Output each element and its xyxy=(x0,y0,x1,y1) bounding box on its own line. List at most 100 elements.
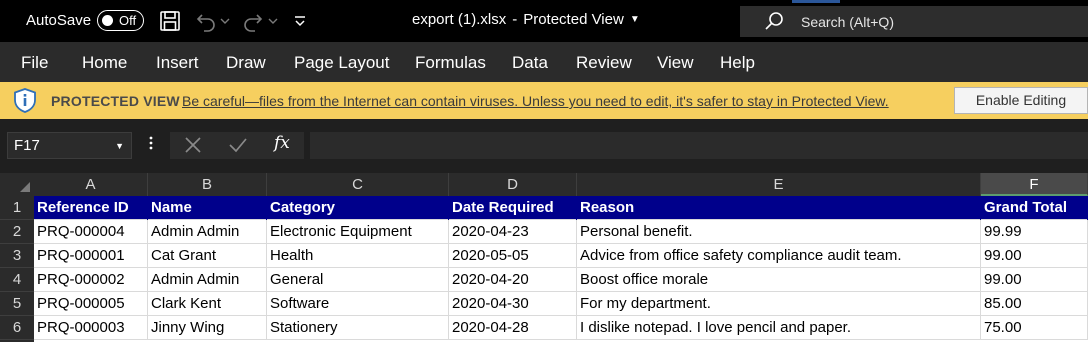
title-bar: AutoSave Off export (1).xlsx - Protected… xyxy=(0,0,1088,42)
table-row: PRQ-000002 Admin Admin General 2020-04-2… xyxy=(34,268,1088,292)
toggle-knob xyxy=(102,15,113,26)
save-icon[interactable] xyxy=(158,9,182,33)
table-row: PRQ-000001 Cat Grant Health 2020-05-05 A… xyxy=(34,244,1088,268)
cell-b1[interactable]: Name xyxy=(148,196,267,220)
search-box[interactable]: Search (Alt+Q) xyxy=(740,6,1088,37)
cell-c4[interactable]: General xyxy=(267,268,449,292)
column-header-f[interactable]: F xyxy=(981,173,1088,196)
document-title[interactable]: export (1).xlsx - Protected View ▼ xyxy=(412,11,640,28)
more-options-icon[interactable] xyxy=(148,133,154,153)
cell-d6[interactable]: 2020-04-28 xyxy=(449,316,577,340)
enter-checkmark-icon[interactable] xyxy=(228,135,248,155)
protected-view-title: PROTECTED VIEW xyxy=(51,93,180,109)
tab-data[interactable]: Data xyxy=(512,53,548,73)
cell-c3[interactable]: Health xyxy=(267,244,449,268)
cell-f5[interactable]: 85.00 xyxy=(981,292,1088,316)
row-header-6[interactable]: 6 xyxy=(0,316,34,340)
row-header-2[interactable]: 2 xyxy=(0,220,34,244)
cell-b3[interactable]: Cat Grant xyxy=(148,244,267,268)
tab-home[interactable]: Home xyxy=(82,53,127,73)
column-header-e[interactable]: E xyxy=(577,173,981,196)
column-header-a[interactable]: A xyxy=(34,173,148,196)
ribbon-tabs: File Home Insert Draw Page Layout Formul… xyxy=(0,42,1088,82)
cell-d1[interactable]: Date Required xyxy=(449,196,577,220)
cell-d4[interactable]: 2020-04-20 xyxy=(449,268,577,292)
name-box[interactable]: F17 ▼ xyxy=(7,132,132,159)
protected-view-bar: PROTECTED VIEW Be careful—files from the… xyxy=(0,82,1088,119)
cell-d5[interactable]: 2020-04-30 xyxy=(449,292,577,316)
tab-insert[interactable]: Insert xyxy=(156,53,199,73)
cell-f3[interactable]: 99.00 xyxy=(981,244,1088,268)
cell-b2[interactable]: Admin Admin xyxy=(148,220,267,244)
cell-f2[interactable]: 99.99 xyxy=(981,220,1088,244)
cell-e2[interactable]: Personal benefit. xyxy=(577,220,981,244)
tab-help[interactable]: Help xyxy=(720,53,755,73)
cell-d2[interactable]: 2020-04-23 xyxy=(449,220,577,244)
tab-page-layout[interactable]: Page Layout xyxy=(294,53,389,73)
undo-icon[interactable] xyxy=(194,9,218,33)
tab-file[interactable]: File xyxy=(21,53,48,73)
formula-input[interactable] xyxy=(310,132,1088,159)
select-all-corner[interactable] xyxy=(0,173,34,196)
cell-a2[interactable]: PRQ-000004 xyxy=(34,220,148,244)
cell-f1[interactable]: Grand Total xyxy=(981,196,1088,220)
column-headers: A B C D E F xyxy=(0,173,1088,196)
row-header-5[interactable]: 5 xyxy=(0,292,34,316)
row-header-1[interactable]: 1 xyxy=(0,196,34,220)
table-row: PRQ-000004 Admin Admin Electronic Equipm… xyxy=(34,220,1088,244)
cell-d3[interactable]: 2020-05-05 xyxy=(449,244,577,268)
cell-c5[interactable]: Software xyxy=(267,292,449,316)
column-header-c[interactable]: C xyxy=(267,173,449,196)
cancel-icon[interactable] xyxy=(183,135,203,155)
search-placeholder: Search (Alt+Q) xyxy=(801,14,894,30)
cell-f4[interactable]: 99.00 xyxy=(981,268,1088,292)
chevron-down-icon[interactable]: ▼ xyxy=(115,141,124,151)
account-accent-strip xyxy=(792,0,840,3)
column-header-b[interactable]: B xyxy=(148,173,267,196)
name-box-value: F17 xyxy=(14,137,40,154)
table-row: PRQ-000005 Clark Kent Software 2020-04-3… xyxy=(34,292,1088,316)
chevron-down-icon: ▼ xyxy=(629,14,640,25)
row-header-4[interactable]: 4 xyxy=(0,268,34,292)
cell-a1[interactable]: Reference ID xyxy=(34,196,148,220)
search-icon xyxy=(764,11,784,31)
table-header-row: Reference ID Name Category Date Required… xyxy=(34,196,1088,220)
tab-review[interactable]: Review xyxy=(576,53,632,73)
cell-b4[interactable]: Admin Admin xyxy=(148,268,267,292)
shield-icon xyxy=(12,87,38,114)
cell-e3[interactable]: Advice from office safety compliance aud… xyxy=(577,244,981,268)
cell-a6[interactable]: PRQ-000003 xyxy=(34,316,148,340)
cell-a3[interactable]: PRQ-000001 xyxy=(34,244,148,268)
formula-bar: F17 ▼ fx xyxy=(0,119,1088,173)
enable-editing-button[interactable]: Enable Editing xyxy=(954,87,1088,114)
cell-e4[interactable]: Boost office morale xyxy=(577,268,981,292)
table-row: PRQ-000003 Jinny Wing Stationery 2020-04… xyxy=(34,316,1088,340)
undo-dropdown-icon[interactable] xyxy=(219,9,231,33)
insert-function-button[interactable]: fx xyxy=(274,133,290,153)
cell-e6[interactable]: I dislike notepad. I love pencil and pap… xyxy=(577,316,981,340)
cell-b5[interactable]: Clark Kent xyxy=(148,292,267,316)
tab-formulas[interactable]: Formulas xyxy=(415,53,486,73)
tab-view[interactable]: View xyxy=(657,53,694,73)
customize-qat-icon[interactable] xyxy=(292,9,308,33)
cell-a4[interactable]: PRQ-000002 xyxy=(34,268,148,292)
cell-e1[interactable]: Reason xyxy=(577,196,981,220)
cell-f6[interactable]: 75.00 xyxy=(981,316,1088,340)
autosave-label: AutoSave xyxy=(26,12,92,29)
document-name: export (1).xlsx xyxy=(412,11,507,28)
tab-draw[interactable]: Draw xyxy=(226,53,266,73)
column-header-d[interactable]: D xyxy=(449,173,577,196)
redo-icon[interactable] xyxy=(241,9,265,33)
autosave-toggle[interactable]: Off xyxy=(97,10,144,31)
protected-view-message[interactable]: Be careful—files from the Internet can c… xyxy=(182,93,889,109)
row-headers: 1 2 3 4 5 6 xyxy=(0,196,34,342)
cell-c6[interactable]: Stationery xyxy=(267,316,449,340)
cell-c2[interactable]: Electronic Equipment xyxy=(267,220,449,244)
redo-dropdown-icon[interactable] xyxy=(267,9,279,33)
cell-c1[interactable]: Category xyxy=(267,196,449,220)
cell-b6[interactable]: Jinny Wing xyxy=(148,316,267,340)
cell-e5[interactable]: For my department. xyxy=(577,292,981,316)
cell-a5[interactable]: PRQ-000005 xyxy=(34,292,148,316)
view-mode: Protected View xyxy=(523,11,624,28)
row-header-3[interactable]: 3 xyxy=(0,244,34,268)
